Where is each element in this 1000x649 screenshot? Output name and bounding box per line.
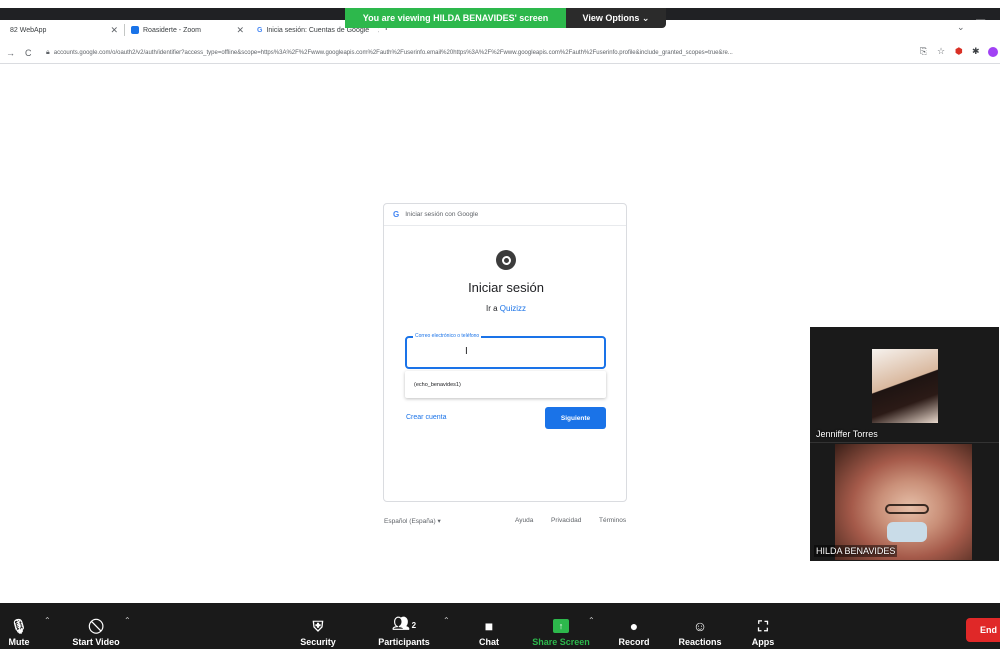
chat-button[interactable]: ■ Chat xyxy=(476,603,502,649)
card-header: G Iniciar sesión con Google xyxy=(384,204,626,226)
app-name-link[interactable]: Quizizz xyxy=(500,304,526,313)
participant-tile[interactable]: HILDA BENAVIDES xyxy=(810,444,999,561)
participants-button[interactable]: 👥︎ 2 Participants xyxy=(374,603,434,649)
participants-count: 2 xyxy=(411,621,417,630)
participant-name: Jenniffer Torres xyxy=(816,429,878,439)
next-button[interactable]: Siguiente xyxy=(545,407,606,429)
create-account-link[interactable]: Crear cuenta xyxy=(406,414,446,421)
help-link[interactable]: Ayuda xyxy=(515,517,533,524)
close-icon[interactable]: ✕ xyxy=(102,25,118,36)
participant-video xyxy=(835,444,972,560)
email-field[interactable]: Correo electrónico o teléfono I xyxy=(405,333,606,369)
text-cursor-icon: I xyxy=(465,346,468,357)
record-icon: ● xyxy=(629,618,639,634)
mute-label: Mute xyxy=(8,637,30,647)
lock-icon: 🔒︎ xyxy=(46,49,50,56)
bookmark-star-icon[interactable]: ☆ xyxy=(937,46,945,57)
language-selector[interactable]: Español (España) ▾ xyxy=(384,517,441,525)
chat-bubble-icon: ■ xyxy=(484,618,494,634)
signin-title: Iniciar sesión xyxy=(468,280,544,295)
chevron-up-icon[interactable]: ⌃ xyxy=(44,616,51,625)
start-video-label: Start Video xyxy=(72,637,120,647)
google-signin-card: G Iniciar sesión con Google Iniciar sesi… xyxy=(383,203,627,502)
apps-icon: ⛶ xyxy=(758,618,768,634)
mute-button[interactable]: 🎙︎ Mute xyxy=(6,603,32,649)
close-icon[interactable]: ✕ xyxy=(228,25,244,36)
video-off-icon: 🚫︎ xyxy=(87,618,105,634)
chevron-up-icon[interactable]: ⌃ xyxy=(588,616,595,625)
participants-label: Participants xyxy=(378,637,430,647)
quizizz-logo-icon xyxy=(496,250,516,270)
extensions-puzzle-icon[interactable]: ✱ xyxy=(972,46,980,57)
emoji-reaction-icon: ☺ xyxy=(692,618,708,634)
tab-webapp[interactable]: 82 WebApp ✕ xyxy=(4,20,124,40)
chat-label: Chat xyxy=(479,637,499,647)
security-label: Security xyxy=(300,637,336,647)
url-field[interactable]: 🔒︎ accounts.google.com/o/oauth2/v2/auth/… xyxy=(46,45,916,61)
minimize-icon[interactable]: ▭ xyxy=(975,14,986,28)
extension-icon[interactable]: ⬢ xyxy=(955,46,963,57)
zoom-favicon-icon xyxy=(131,26,139,34)
tab-label: Roasiderte - Zoom xyxy=(143,26,201,34)
autocomplete-suggestion[interactable]: (echo_benavides1) xyxy=(405,371,606,398)
participant-video xyxy=(872,349,938,423)
chevron-up-icon[interactable]: ⌃ xyxy=(124,616,131,625)
record-label: Record xyxy=(618,637,650,647)
card-header-text: Iniciar sesión con Google xyxy=(405,211,479,218)
start-video-button[interactable]: 🚫︎ Start Video xyxy=(68,603,124,649)
terms-link[interactable]: Términos xyxy=(599,517,626,524)
record-button[interactable]: ● Record xyxy=(616,603,652,649)
participants-icon: 👥︎ 2 xyxy=(391,615,417,631)
reload-icon[interactable]: C xyxy=(25,48,32,58)
apps-label: Apps xyxy=(751,637,775,647)
zoom-meeting-toolbar: 🎙︎ Mute ⌃ 🚫︎ Start Video ⌃ ⛨ Security 👥︎… xyxy=(0,603,1000,649)
forward-icon[interactable]: → xyxy=(6,48,15,58)
google-logo-icon: G xyxy=(393,210,400,219)
apps-button[interactable]: ⛶ Apps xyxy=(748,603,778,649)
shield-icon: ⛨ xyxy=(312,618,324,634)
view-options-button[interactable]: View Options ⌄ xyxy=(566,8,666,28)
google-favicon-icon: G xyxy=(257,26,263,34)
open-in-app-icon[interactable]: ⎘ xyxy=(920,46,927,57)
profile-avatar-icon[interactable] xyxy=(988,47,998,57)
participant-video-panel[interactable]: Jenniffer Torres HILDA BENAVIDES xyxy=(810,327,999,561)
screen-share-banner: You are viewing HILDA BENAVIDES' screen xyxy=(345,8,566,28)
email-field-label: Correo electrónico o teléfono xyxy=(413,333,482,339)
tab-search-chevron-icon[interactable]: ⌄ xyxy=(957,22,965,33)
share-screen-icon: ↑ xyxy=(553,619,569,633)
signin-subtitle: Ir a Quizizz xyxy=(384,304,628,313)
tab-label: 82 WebApp xyxy=(10,26,47,34)
security-button[interactable]: ⛨ Security xyxy=(296,603,340,649)
subtitle-prefix: Ir a xyxy=(485,304,500,313)
share-screen-label: Share Screen xyxy=(532,637,590,647)
reactions-label: Reactions xyxy=(678,637,722,647)
participant-tile[interactable]: Jenniffer Torres xyxy=(810,327,999,443)
chevron-up-icon[interactable]: ⌃ xyxy=(443,616,450,625)
share-screen-button[interactable]: ↑ Share Screen xyxy=(530,603,592,649)
end-meeting-button[interactable]: End xyxy=(966,618,1000,642)
reactions-button[interactable]: ☺ Reactions xyxy=(676,603,724,649)
participant-name: HILDA BENAVIDES xyxy=(814,545,898,557)
url-text: accounts.google.com/o/oauth2/v2/auth/ide… xyxy=(53,50,733,56)
tab-zoom[interactable]: Roasiderte - Zoom ✕ xyxy=(125,20,250,40)
privacy-link[interactable]: Privacidad xyxy=(551,517,581,524)
microphone-icon: 🎙︎ xyxy=(10,618,28,634)
address-bar: → C 🔒︎ accounts.google.com/o/oauth2/v2/a… xyxy=(0,42,1000,64)
